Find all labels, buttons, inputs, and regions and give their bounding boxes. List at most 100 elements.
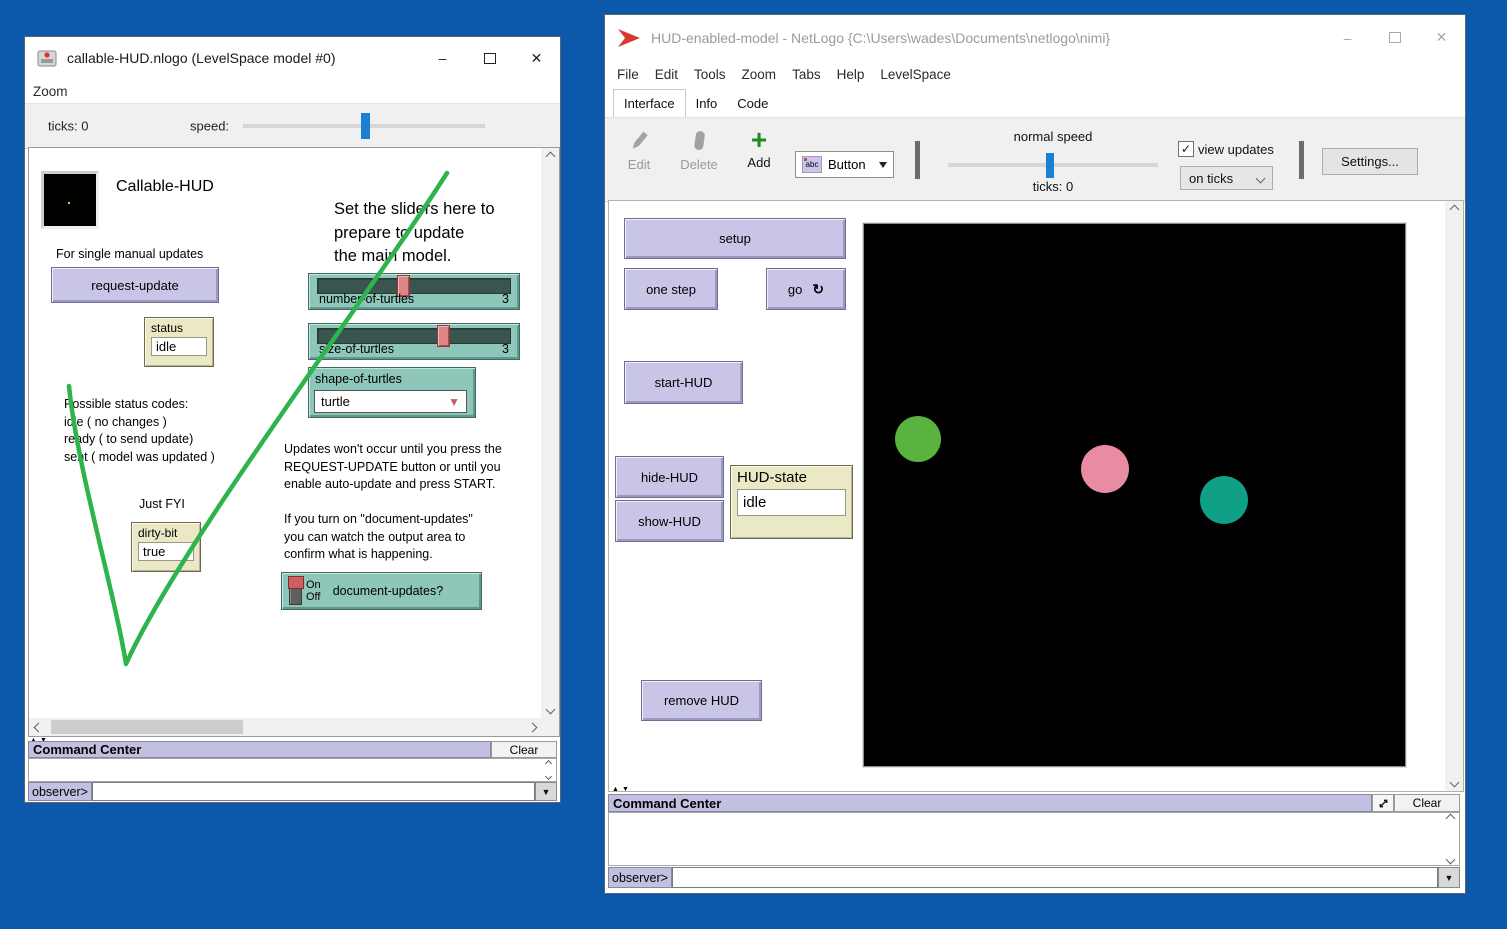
menu-tabs[interactable]: Tabs — [784, 67, 829, 82]
dirty-bit-value: true — [138, 542, 194, 561]
command-center-header[interactable]: Command Center — [608, 794, 1372, 812]
tab-interface[interactable]: Interface — [613, 89, 686, 118]
observer-prompt: observer> — [28, 782, 92, 801]
dirty-bit-label: dirty-bit — [138, 526, 194, 540]
switch-off-label: Off — [306, 591, 321, 603]
tab-info[interactable]: Info — [686, 90, 728, 117]
left-speed-toolbar: ticks: 0 speed: — [25, 103, 560, 149]
vertical-scrollbar[interactable] — [541, 148, 559, 718]
splitter-handle[interactable]: ▲▼ — [612, 786, 632, 793]
command-center-output[interactable] — [28, 758, 557, 782]
menu-edit[interactable]: Edit — [647, 67, 686, 82]
hide-hud-button[interactable]: hide-HUD — [615, 456, 724, 498]
shape-of-turtles-chooser[interactable]: shape-of-turtles turtle ▼ — [308, 367, 476, 418]
settings-button[interactable]: Settings... — [1322, 148, 1418, 175]
scroll-left-icon[interactable] — [29, 719, 47, 736]
speed-slider-thumb[interactable] — [1046, 153, 1054, 178]
menu-zoom[interactable]: Zoom — [25, 84, 76, 99]
show-hud-button[interactable]: show-HUD — [615, 500, 724, 542]
menu-tools[interactable]: Tools — [686, 67, 734, 82]
number-of-turtles-slider[interactable]: number-of-turtles 3 — [308, 273, 520, 310]
add-label: Add — [747, 155, 770, 170]
scroll-up-icon[interactable] — [541, 148, 559, 165]
delete-tool[interactable]: Delete — [671, 128, 727, 172]
size-of-turtles-slider[interactable]: size-of-turtles 3 — [308, 323, 520, 360]
scrollbar-thumb[interactable] — [51, 720, 243, 734]
mini-view — [41, 171, 99, 229]
left-titlebar[interactable]: callable-HUD.nlogo (LevelSpace model #0)… — [25, 37, 560, 79]
menu-zoom[interactable]: Zoom — [734, 67, 785, 82]
output-scroll-up-icon[interactable] — [1445, 814, 1455, 824]
hud-state-label: HUD-state — [737, 469, 846, 486]
speed-slider-thumb[interactable] — [361, 113, 370, 139]
go-label: go — [788, 282, 802, 297]
menu-help[interactable]: Help — [829, 67, 873, 82]
expand-icon[interactable] — [1372, 794, 1394, 812]
note-just-fyi: Just FYI — [139, 496, 185, 514]
hud-state-monitor: HUD-state idle — [730, 465, 853, 539]
scroll-right-icon[interactable] — [523, 719, 541, 736]
menu-file[interactable]: File — [609, 67, 647, 82]
model-window-icon — [37, 48, 57, 68]
maximize-button[interactable] — [1371, 15, 1418, 60]
right-titlebar[interactable]: HUD-enabled-model - NetLogo {C:\Users\wa… — [605, 15, 1465, 60]
scroll-down-icon[interactable] — [1445, 774, 1463, 791]
command-center-header[interactable]: Command Center — [28, 741, 491, 758]
observer-prompt: observer> — [608, 867, 672, 888]
command-input[interactable] — [92, 782, 535, 801]
normal-speed-label: normal speed — [948, 129, 1158, 144]
update-mode-value: on ticks — [1189, 171, 1233, 186]
status-monitor: status idle — [144, 317, 214, 367]
slider-value: 3 — [502, 292, 509, 306]
tab-code[interactable]: Code — [727, 90, 778, 117]
command-center-title: Command Center — [613, 796, 721, 811]
command-line: observer> ▼ — [28, 782, 557, 801]
go-button[interactable]: go ↻ — [766, 268, 846, 310]
minimize-button[interactable]: – — [1324, 15, 1371, 60]
clear-button[interactable]: Clear — [1394, 794, 1460, 812]
status-monitor-label: status — [151, 321, 207, 335]
right-menubar: File Edit Tools Zoom Tabs Help LevelSpac… — [605, 60, 1465, 88]
widget-type-dropdown[interactable]: abc Button — [795, 151, 894, 178]
edit-tool[interactable]: Edit — [611, 128, 667, 172]
history-dropdown-button[interactable]: ▼ — [1438, 867, 1460, 888]
command-center-output[interactable] — [608, 812, 1460, 866]
output-scroll-down-icon[interactable] — [1445, 855, 1455, 865]
setup-button[interactable]: setup — [624, 218, 846, 259]
update-mode-dropdown[interactable]: on ticks — [1180, 166, 1273, 190]
close-button[interactable]: ✕ — [1418, 15, 1465, 60]
chooser-dropdown-icon: ▼ — [448, 395, 460, 409]
command-input[interactable] — [672, 867, 1438, 888]
scroll-down-icon[interactable] — [541, 701, 559, 718]
add-tool[interactable]: + Add — [731, 128, 787, 170]
right-interface-canvas: setup one step go ↻ start-HUD hide-HUD s… — [608, 200, 1464, 792]
horizontal-scrollbar[interactable] — [29, 718, 541, 736]
view-updates-checkbox[interactable]: ✓ — [1178, 141, 1194, 157]
speed-label: speed: — [190, 119, 229, 134]
output-scroll-up-icon[interactable] — [544, 760, 551, 767]
output-scroll-down-icon[interactable] — [544, 773, 551, 780]
hud-state-value: idle — [737, 489, 846, 516]
scroll-up-icon[interactable] — [1445, 201, 1463, 218]
clear-button[interactable]: Clear — [491, 741, 557, 758]
start-hud-button[interactable]: start-HUD — [624, 361, 743, 404]
menu-levelspace[interactable]: LevelSpace — [872, 67, 959, 82]
switch-slot[interactable] — [289, 577, 302, 605]
close-button[interactable]: ✕ — [513, 37, 560, 79]
model-view[interactable] — [863, 223, 1406, 767]
history-dropdown-button[interactable]: ▼ — [535, 782, 557, 801]
remove-hud-button[interactable]: remove HUD — [641, 680, 762, 721]
request-update-button[interactable]: request-update — [51, 267, 219, 303]
view-updates-label: view updates — [1198, 142, 1274, 157]
netlogo-main-window: HUD-enabled-model - NetLogo {C:\Users\wa… — [605, 15, 1465, 893]
vertical-scrollbar[interactable] — [1445, 201, 1463, 791]
dirty-bit-monitor: dirty-bit true — [131, 522, 201, 572]
one-step-button[interactable]: one step — [624, 268, 718, 310]
switch-knob[interactable] — [288, 576, 304, 589]
minimize-button[interactable]: – — [419, 37, 466, 79]
maximize-button[interactable] — [466, 37, 513, 79]
plus-icon: + — [751, 128, 767, 152]
document-updates-switch[interactable]: On Off document-updates? — [281, 572, 482, 610]
model-title: Callable-HUD — [116, 178, 214, 196]
chooser-select[interactable]: turtle ▼ — [314, 390, 467, 413]
